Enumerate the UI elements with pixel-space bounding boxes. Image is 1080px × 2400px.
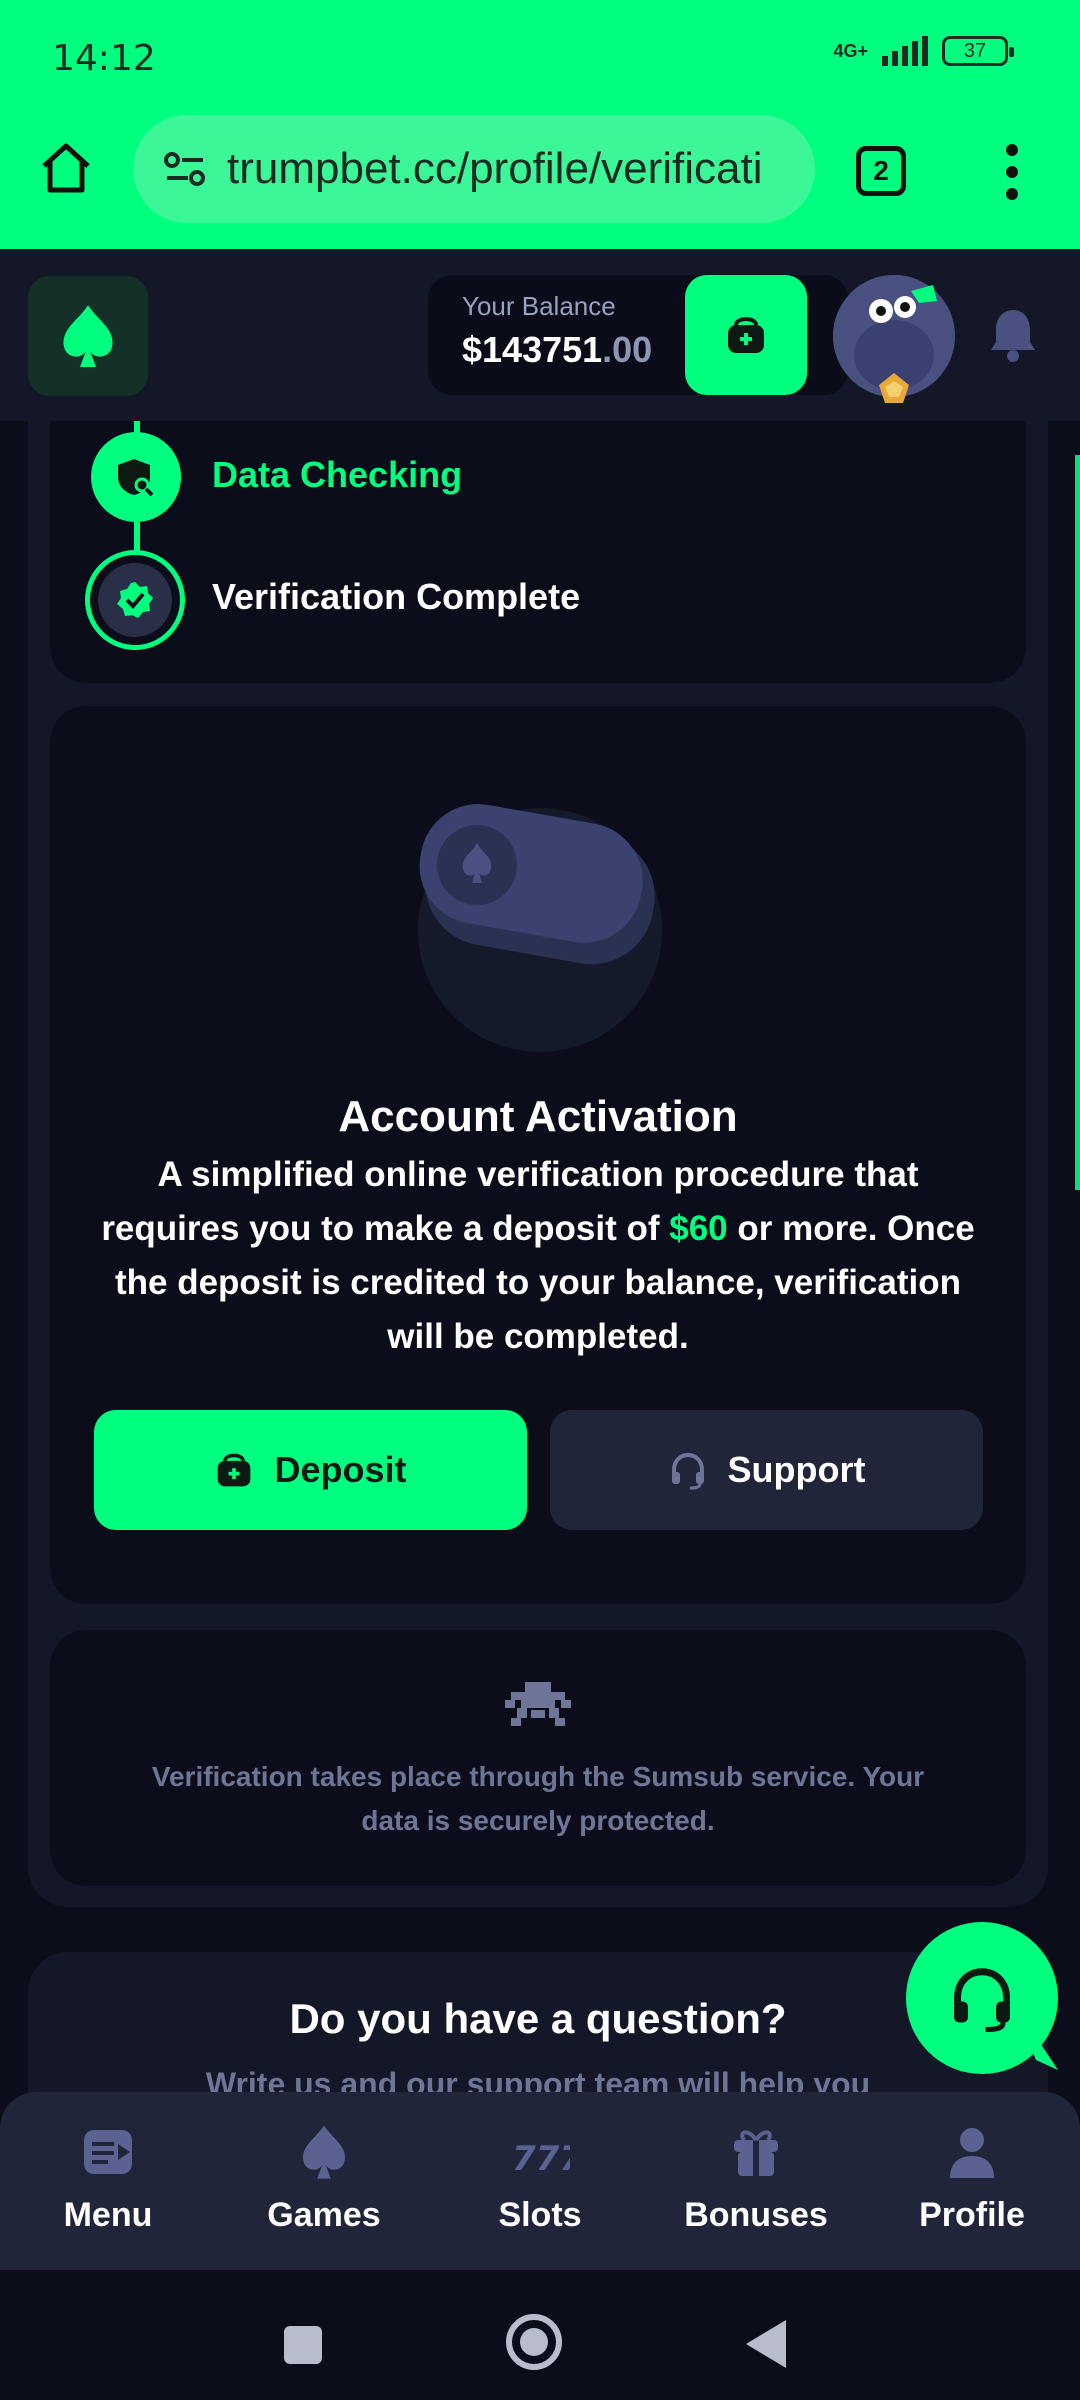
- status-time: 14:12: [52, 38, 156, 79]
- deposit-amount: $60: [669, 1209, 728, 1248]
- step-data-checking-icon: [91, 432, 181, 522]
- scrollbar[interactable]: [1075, 455, 1080, 1190]
- avatar[interactable]: [833, 275, 955, 403]
- wallet-plus-icon: [218, 1453, 251, 1487]
- browser-chrome: 14:12 4G+ 37 trumpbet.cc/profile/verific…: [0, 0, 1080, 249]
- deposit-button[interactable]: Deposit: [94, 1410, 527, 1530]
- nav-item-games[interactable]: Games: [216, 2092, 432, 2270]
- chat-bubble-tail: [1028, 2040, 1058, 2070]
- question-title: Do you have a question?: [289, 1995, 787, 2042]
- balance-whole: $143751: [462, 329, 603, 370]
- deposit-button-label: Deposit: [274, 1449, 407, 1490]
- url-bar[interactable]: trumpbet.cc/profile/verificati: [133, 115, 815, 223]
- support-button-label: Support: [727, 1449, 866, 1490]
- nav-item-profile[interactable]: Profile: [864, 2092, 1080, 2270]
- support-button[interactable]: Support: [550, 1410, 983, 1530]
- gift-icon: [734, 2130, 778, 2176]
- status-icons: 4G+ 37: [833, 36, 1014, 66]
- battery-icon: 37: [942, 36, 1014, 66]
- spade-icon: [302, 2125, 346, 2179]
- activation-title: Account Activation: [338, 1092, 738, 1141]
- balance-label: Your Balance: [462, 291, 616, 321]
- svg-text:777: 777: [512, 2139, 570, 2179]
- nav-label: Profile: [919, 2196, 1025, 2234]
- site-settings-icon[interactable]: [163, 151, 207, 187]
- bottom-navigation: Menu Games 777 Slots Bonuses Profile: [0, 2092, 1080, 2270]
- avatar-image: [833, 275, 955, 403]
- spade-logo-icon: [63, 305, 113, 367]
- home-circle-icon[interactable]: [506, 2314, 562, 2370]
- app-header: Your Balance $143751.00: [0, 249, 1080, 421]
- nav-label: Slots: [498, 2196, 582, 2234]
- wallet-plus-icon: [728, 317, 764, 353]
- nav-label: Menu: [63, 2196, 153, 2234]
- logo[interactable]: [28, 276, 148, 396]
- signal-icon: [882, 36, 928, 66]
- user-icon: [950, 2128, 994, 2178]
- back-triangle-icon[interactable]: [746, 2320, 786, 2368]
- url-text: trumpbet.cc/profile/verificati: [227, 144, 763, 193]
- headset-icon: [671, 1452, 704, 1490]
- slots-777-icon: 777: [512, 2139, 570, 2179]
- nav-item-menu[interactable]: Menu: [0, 2092, 216, 2270]
- activation-toggle-illustration: [418, 804, 662, 1052]
- step-verification-complete-icon: [85, 550, 185, 650]
- menu-icon: [84, 2130, 132, 2174]
- more-options-icon[interactable]: [1004, 144, 1020, 200]
- balance-value: $143751.00: [462, 329, 652, 371]
- sumsub-text: Verification takes place through the Sum…: [151, 1761, 925, 1836]
- verification-steps: [50, 421, 1026, 683]
- network-type: 4G+: [833, 41, 868, 61]
- deposit-wallet-button[interactable]: [685, 275, 807, 395]
- home-icon[interactable]: [38, 140, 94, 196]
- sumsub-logo-icon: [505, 1682, 571, 1726]
- headset-icon: [954, 1968, 1010, 2033]
- recent-apps-icon[interactable]: [284, 2326, 322, 2364]
- nav-label: Games: [267, 2196, 381, 2234]
- nav-item-bonuses[interactable]: Bonuses: [648, 2092, 864, 2270]
- step-label: Verification Complete: [212, 576, 581, 617]
- nav-item-slots[interactable]: 777 Slots: [432, 2092, 648, 2270]
- notifications-bell-icon[interactable]: [988, 304, 1038, 364]
- system-navigation-bar: [0, 2270, 1080, 2400]
- balance-cents: .00: [602, 329, 653, 370]
- activation-description: A simplified online verification procedu…: [100, 1148, 976, 1364]
- step-label: Data Checking: [212, 454, 463, 495]
- tab-switcher-button[interactable]: 2: [856, 146, 906, 196]
- nav-label: Bonuses: [684, 2196, 828, 2234]
